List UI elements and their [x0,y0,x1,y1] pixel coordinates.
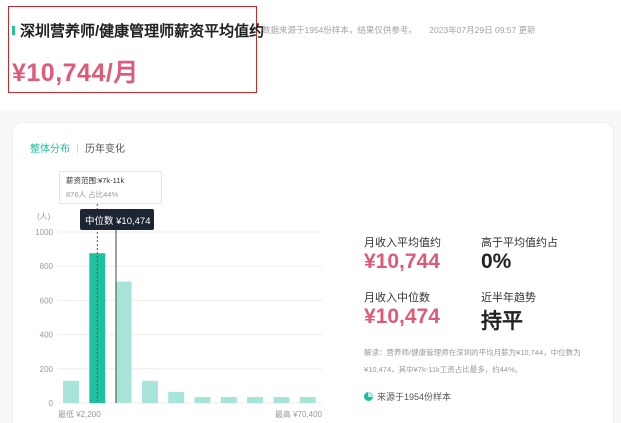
pie-chart-icon [364,392,373,401]
tooltip-range: 薪资范围:¥7k-11k [66,176,125,185]
bar-5 [194,397,211,403]
y-tick-label-200: 200 [40,365,54,374]
trend-label: 近半年趋势 [481,292,536,304]
y-tick-label-800: 800 [40,262,54,271]
tooltip-detail: 876人 占比44% [66,190,119,199]
bar-9 [299,397,316,403]
bar-0 [63,380,79,403]
median-value: ¥10,474 [364,305,440,328]
y-tick-label-400: 400 [40,331,54,340]
y-tick-label-1000: 1000 [35,228,53,237]
source-line: 来源于1954份样本 [364,390,451,403]
trend-value: 持平 [481,310,523,333]
above-avg-value: 0% [481,250,512,273]
bar-7 [247,397,264,403]
bar-6 [220,397,237,403]
avg-value: ¥10,744 [364,250,440,273]
above-avg-label: 高于平均值约占 [481,237,558,249]
y-tick-label-600: 600 [40,296,54,305]
median-label: 月收入中位数 [364,292,430,304]
bar-2 [115,281,132,403]
bar-4 [168,391,185,403]
median-tag: 中位数 ¥10,474 [80,209,154,230]
interpretation-note: 解读：营养师/健康管理师在深圳的平均月薪为¥10,744，中位数为¥10,474… [364,348,581,374]
avg-label: 月收入平均值约 [364,237,441,249]
source-text: 来源于1954份样本 [377,392,452,402]
x-min-label: 最低 ¥2,200 [58,409,101,419]
x-max-label: 最高 ¥70,400 [275,409,323,419]
bar-tooltip: 薪资范围:¥7k-11k 876人 占比44% [59,171,162,204]
bar-3 [141,380,158,403]
y-tick-label-0: 0 [49,399,54,408]
bar-8 [273,397,290,403]
y-axis-unit-label: (人) [37,212,51,221]
